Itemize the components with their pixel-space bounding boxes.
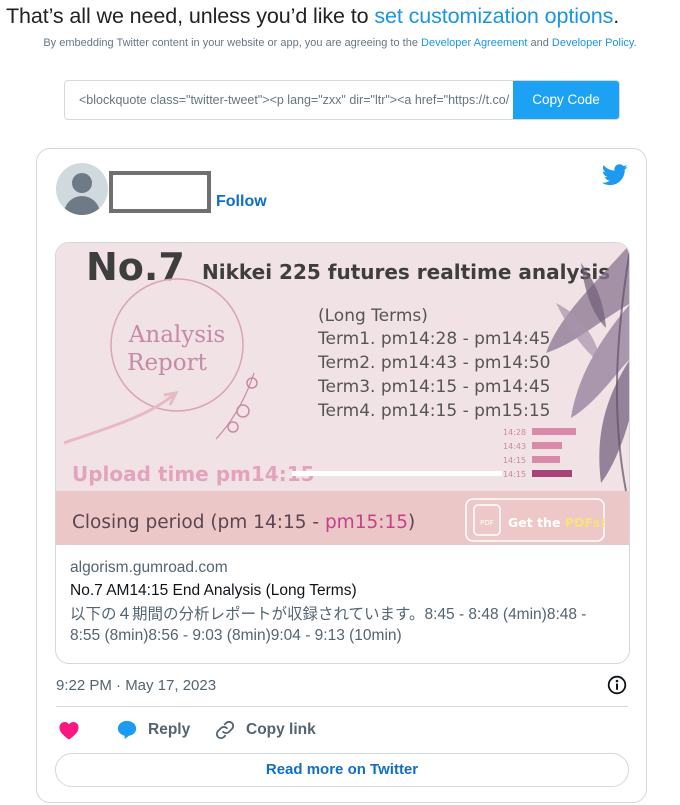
upload-bar: [292, 471, 502, 476]
copy-link-button[interactable]: Copy link: [214, 717, 316, 743]
cta-prefix: Get the: [508, 515, 565, 530]
heading-text: That’s all we need, unless you’d like to: [6, 4, 375, 28]
bar-label: 14:43: [503, 442, 526, 451]
heart-icon: [59, 722, 79, 740]
legal-notice: By embedding Twitter content in your web…: [0, 37, 680, 49]
card-description: 以下の４期間の分析レポートが収録されています。8:45 - 8:48 (4min…: [70, 606, 587, 644]
tweet-actions: Reply Copy link: [56, 717, 628, 743]
bar-label: 14:15: [503, 456, 526, 465]
reply-bubble-icon: [117, 720, 137, 740]
embed-code-box: <blockquote class="twitter-tweet"><p lan…: [64, 80, 620, 120]
reply-button[interactable]: Reply: [116, 717, 190, 743]
card-domain: algorism.gumroad.com: [70, 559, 228, 576]
link-icon: [215, 720, 235, 740]
analysis-banner: No.7 Nikkei 225 futures realtime analysi…: [56, 243, 629, 545]
like-button[interactable]: [58, 717, 90, 743]
twitter-bird-icon[interactable]: [602, 164, 628, 186]
reply-label: Reply: [148, 721, 191, 738]
heading-period: .: [613, 4, 620, 28]
copy-code-button[interactable]: Copy Code: [513, 81, 619, 119]
card-image[interactable]: No.7 Nikkei 225 futures realtime analysi…: [56, 243, 629, 545]
pdf-file-label: PDF: [480, 519, 494, 527]
bar-mark: [532, 470, 572, 477]
cta-highlight: PDFs!: [565, 515, 606, 530]
follow-button[interactable]: Follow: [216, 193, 267, 211]
info-icon[interactable]: [607, 675, 627, 695]
term-item: Term2. pm14:43 - pm14:50: [317, 353, 550, 373]
avatar-body: [64, 196, 100, 215]
legal-and: and: [527, 37, 552, 49]
redacted-username-box: [109, 171, 211, 213]
term-item: Term4. pm14:15 - pm15:15: [317, 401, 550, 421]
term-item: Term3. pm14:15 - pm14:45: [317, 377, 550, 397]
card-title: No.7 AM14:15 End Analysis (Long Terms): [70, 582, 357, 599]
terms-header: (Long Terms): [318, 306, 428, 326]
link-preview-card[interactable]: No.7 Nikkei 225 futures realtime analysi…: [55, 242, 630, 664]
page-heading: That’s all we need, unless you’d like to…: [6, 4, 678, 29]
bar-mark: [532, 442, 562, 449]
divider: [56, 706, 628, 707]
banner-number: No.7: [86, 245, 185, 289]
developer-policy-link[interactable]: Developer Policy: [552, 37, 634, 49]
banner-headline: Nikkei 225 futures realtime analysis: [202, 260, 610, 284]
badge-line2: Report: [127, 350, 207, 376]
bar-mark: [532, 456, 560, 463]
tweet-timestamp[interactable]: 9:22 PM · May 17, 2023: [56, 677, 216, 694]
legal-text: By embedding Twitter content in your web…: [43, 37, 422, 49]
embedded-tweet: Follow No.7 Nikkei 225 futures realtime …: [36, 148, 647, 803]
term-item: Term1. pm14:28 - pm14:45: [317, 329, 550, 349]
copy-link-label: Copy link: [246, 721, 316, 738]
legal-period: .: [633, 37, 637, 49]
closing-prefix: Closing period (pm 14:15 -: [72, 512, 325, 533]
card-meta: algorism.gumroad.com No.7 AM14:15 End An…: [70, 559, 620, 646]
avatar-head: [72, 173, 92, 193]
customization-options-link[interactable]: set customization options: [374, 4, 613, 28]
avatar[interactable]: [56, 163, 108, 215]
bar-label: 14:28: [503, 428, 526, 437]
developer-agreement-link[interactable]: Developer Agreement: [421, 37, 527, 49]
read-more-button[interactable]: Read more on Twitter: [55, 753, 629, 787]
closing-period: Closing period (pm 14:15 - pm15:15): [72, 512, 415, 533]
embed-code-field[interactable]: <blockquote class="twitter-tweet"><p lan…: [65, 81, 513, 119]
upload-time: Upload time pm14:15: [72, 462, 315, 486]
bar-mark: [532, 428, 576, 435]
get-pdfs-text: Get the PDFs!: [508, 515, 606, 530]
badge-line1: Analysis: [128, 322, 225, 348]
closing-highlight: pm15:15: [325, 512, 408, 533]
bar-label: 14:15: [503, 470, 526, 479]
closing-suffix: ): [408, 512, 415, 533]
